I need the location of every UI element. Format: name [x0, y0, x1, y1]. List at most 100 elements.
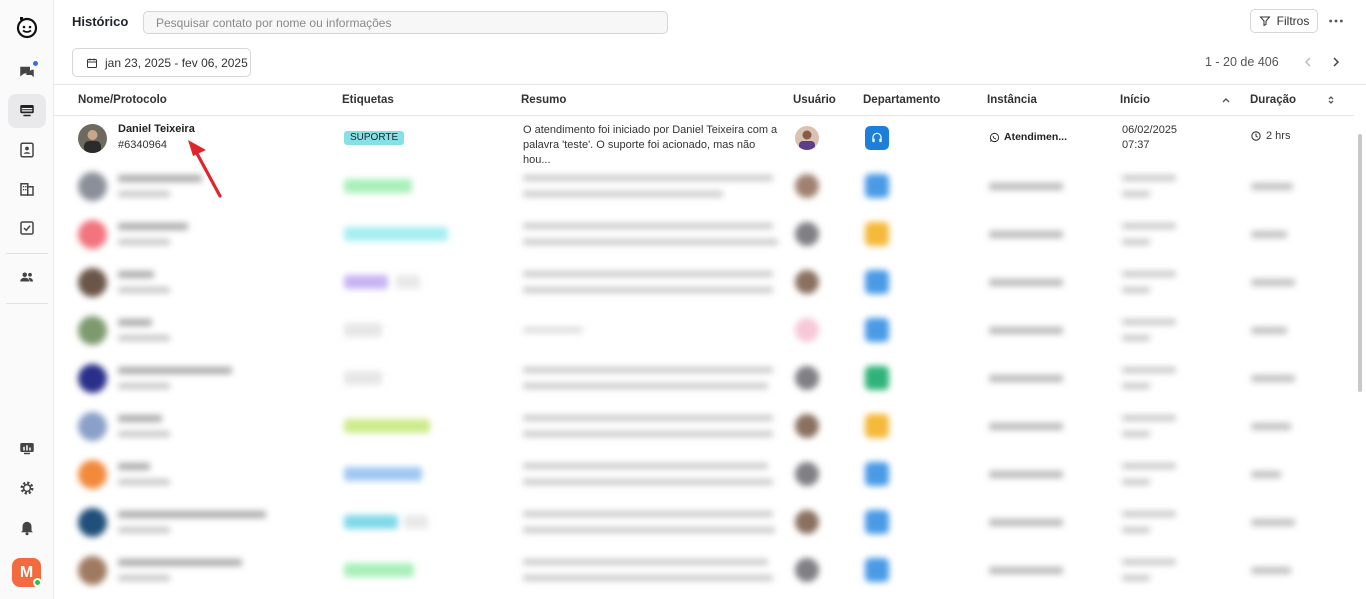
- column-department[interactable]: Departamento: [863, 94, 940, 106]
- user-avatar: [795, 126, 819, 150]
- blurred-summary: [523, 415, 773, 421]
- blurred-start: [1122, 575, 1150, 581]
- blurred-instance: [989, 567, 1063, 574]
- next-page-button[interactable]: [1328, 54, 1344, 70]
- protocol-number: #6340964: [118, 139, 167, 151]
- blurred-protocol: [118, 575, 170, 581]
- team-icon[interactable]: [8, 260, 46, 294]
- blurred-start: [1122, 191, 1150, 197]
- department-icon: [865, 318, 889, 342]
- blurred-duration: [1251, 279, 1295, 286]
- prev-page-button[interactable]: [1300, 54, 1316, 70]
- table-row[interactable]: [54, 165, 1354, 213]
- blurred-start: [1122, 559, 1176, 565]
- history-table: Nome/Protocolo Etiquetas Resumo Usuário …: [54, 84, 1366, 599]
- sort-up-icon[interactable]: [1221, 95, 1231, 105]
- department-icon: [865, 126, 889, 150]
- summary-text: O atendimento foi iniciado por Daniel Te…: [523, 124, 778, 166]
- filter-button[interactable]: Filtros: [1250, 9, 1318, 33]
- tag-badge: [344, 563, 414, 577]
- blurred-summary: [523, 527, 775, 533]
- column-instance[interactable]: Instância: [987, 94, 1037, 106]
- app: M Histórico Filtros jan 23, 2025 - fev 0…: [0, 0, 1366, 599]
- blurred-start: [1122, 271, 1176, 277]
- table-header: Nome/Protocolo Etiquetas Resumo Usuário …: [54, 85, 1354, 116]
- gear-icon[interactable]: [8, 471, 46, 505]
- contact-avatar: [78, 556, 107, 585]
- sidebar: M: [0, 0, 54, 599]
- user-avatar: [795, 510, 819, 534]
- monitor-icon[interactable]: [8, 94, 46, 128]
- contact-avatar: [78, 268, 107, 297]
- tag-badge: [344, 419, 430, 433]
- column-duration[interactable]: Duração: [1250, 94, 1296, 106]
- blurred-summary: [523, 479, 773, 485]
- filter-label: Filtros: [1276, 14, 1310, 28]
- table-row[interactable]: [54, 405, 1354, 453]
- user-avatar: [795, 270, 819, 294]
- tag-badge: [344, 515, 398, 529]
- chat-icon[interactable]: [8, 55, 46, 89]
- vertical-scrollbar[interactable]: [1358, 134, 1362, 392]
- blurred-start: [1122, 367, 1176, 373]
- tasks-icon[interactable]: [8, 211, 46, 245]
- blurred-protocol: [118, 527, 170, 533]
- contact-avatar: [78, 460, 107, 489]
- user-avatar: [795, 366, 819, 390]
- blurred-start: [1122, 527, 1150, 533]
- more-options-icon[interactable]: [1327, 12, 1345, 30]
- blurred-summary: [523, 239, 778, 245]
- table-row[interactable]: [54, 549, 1354, 597]
- column-user[interactable]: Usuário: [793, 94, 836, 106]
- column-name[interactable]: Nome/Protocolo: [78, 94, 167, 106]
- tag-badge: [344, 467, 422, 481]
- blurred-protocol: [118, 431, 170, 437]
- pagination-label: 1 - 20 de 406: [1205, 55, 1279, 69]
- table-row[interactable]: [54, 501, 1354, 549]
- column-start[interactable]: Início: [1120, 94, 1150, 106]
- table-row[interactable]: [54, 261, 1354, 309]
- blurred-name: [118, 415, 162, 422]
- blurred-name: [118, 319, 152, 326]
- building-icon[interactable]: [8, 172, 46, 206]
- tag-badge: [404, 515, 428, 529]
- start-cell: 06/02/2025 07:37: [1122, 123, 1177, 153]
- blurred-protocol: [118, 479, 170, 485]
- column-summary[interactable]: Resumo: [521, 94, 566, 106]
- column-tags[interactable]: Etiquetas: [342, 94, 394, 106]
- blurred-duration: [1251, 519, 1295, 526]
- table-row[interactable]: [54, 357, 1354, 405]
- blurred-duration: [1251, 567, 1291, 574]
- instance-cell: Atendimen...: [989, 131, 1067, 143]
- contact-avatar: [78, 364, 107, 393]
- avatar-letter: M: [19, 563, 34, 581]
- sort-both-icon[interactable]: [1326, 95, 1336, 105]
- blurred-start: [1122, 239, 1150, 245]
- search-input[interactable]: [143, 11, 668, 34]
- date-range-button[interactable]: jan 23, 2025 - fev 06, 2025: [72, 48, 251, 77]
- blurred-summary: [523, 191, 723, 197]
- sidebar-divider: [6, 303, 48, 304]
- tag-badge: SUPORTE: [344, 131, 405, 145]
- chevron-right-icon: [1333, 57, 1340, 67]
- table-row[interactable]: Daniel Teixeira #6340964 SUPORTE O atend…: [54, 117, 1354, 166]
- table-row[interactable]: [54, 453, 1354, 501]
- table-row[interactable]: [54, 309, 1354, 357]
- tag-badge: [344, 371, 382, 385]
- contact-avatar: [78, 172, 107, 201]
- logo-icon[interactable]: [8, 10, 46, 44]
- tag-badge: [344, 179, 412, 193]
- dashboard-icon[interactable]: [8, 432, 46, 466]
- notification-dot: [32, 60, 39, 67]
- blurred-name: [118, 223, 188, 230]
- contacts-icon[interactable]: [8, 133, 46, 167]
- blurred-summary: [523, 575, 773, 581]
- duration-value: 2 hrs: [1266, 130, 1291, 142]
- instance-name: Atendimen...: [1004, 131, 1068, 143]
- tag-badge: [344, 275, 388, 289]
- bell-icon[interactable]: [8, 510, 46, 544]
- whatsapp-icon: [989, 132, 1000, 142]
- department-icon: [865, 414, 889, 438]
- blurred-summary: [523, 367, 773, 373]
- table-row[interactable]: [54, 213, 1354, 261]
